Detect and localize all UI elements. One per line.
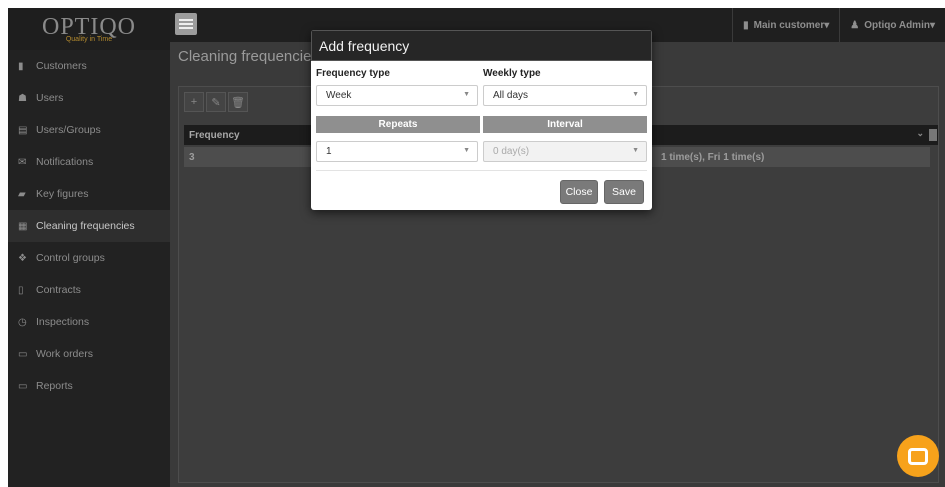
sidebar-item-label: Notifications <box>36 156 94 168</box>
column-header-frequency[interactable]: Frequency <box>189 130 240 141</box>
logo-tagline: Quality in Time <box>65 35 113 43</box>
book-icon: ▰ <box>18 188 26 200</box>
frequency-type-label: Frequency type <box>316 68 390 79</box>
trash-icon[interactable]: 🗑 <box>228 92 248 112</box>
logo-name: OPTIQO <box>42 13 136 40</box>
repeats-select[interactable]: 1 ▼ <box>316 141 478 162</box>
sidebar-item-label: Customers <box>36 60 87 72</box>
dropdown-arrow-icon: ▼ <box>463 147 470 154</box>
caret-down-icon: ▾ <box>824 19 830 31</box>
calendar-icon: ▦ <box>18 220 28 232</box>
sidebar-item-users-groups[interactable]: ▤ Users/Groups <box>8 114 170 146</box>
sidebar-item-cleaning-frequencies[interactable]: ▦ Cleaning frequencies <box>8 210 170 242</box>
repeats-header: Repeats <box>316 116 480 133</box>
user-dropdown[interactable]: ♟ Optiqo Admin ▾ <box>839 8 945 42</box>
chevron-down-icon[interactable]: ⌄ <box>916 128 924 139</box>
frequency-type-value: Week <box>326 90 352 101</box>
envelope-icon: ✉ <box>18 156 27 168</box>
chat-launcher-button[interactable] <box>897 435 939 477</box>
sidebar-item-notifications[interactable]: ✉ Notifications <box>8 146 170 178</box>
hamburger-bar <box>179 19 193 21</box>
sidebar-item-work-orders[interactable]: ▭ Work orders <box>8 338 170 370</box>
interval-value: 0 day(s) <box>493 146 530 157</box>
dropdown-arrow-icon: ▼ <box>632 147 639 154</box>
weekly-type-value: All days <box>493 90 529 101</box>
sidebar-item-label: Cleaning frequencies <box>36 220 135 232</box>
interval-select: 0 day(s) ▼ <box>483 141 647 162</box>
sidebar-item-label: Inspections <box>36 316 90 328</box>
monitor-icon: ▭ <box>18 380 28 392</box>
grid-toolbar: + ✎ 🗑 <box>184 92 248 112</box>
cubes-icon: ❖ <box>18 252 27 264</box>
file-icon: ▯ <box>18 284 24 296</box>
sidebar-item-label: Users/Groups <box>36 124 101 136</box>
sidebar-item-key-figures[interactable]: ▰ Key figures <box>8 178 170 210</box>
sidebar: OPTIQO Quality in Time ▮ Customers ☗ Users… <box>8 8 170 487</box>
dropdown-arrow-icon: ▼ <box>632 91 639 98</box>
top-nav: ▮ Main customer ▾ ♟ Optiqo Admin ▾ <box>732 8 945 42</box>
sidebar-item-label: Work orders <box>36 348 93 360</box>
sidebar-item-reports[interactable]: ▭ Reports <box>8 370 170 402</box>
sidebar-item-contracts[interactable]: ▯ Contracts <box>8 274 170 306</box>
sidebar-item-control-groups[interactable]: ❖ Control groups <box>8 242 170 274</box>
list-icon: ▭ <box>18 348 28 360</box>
sidebar-item-label: Reports <box>36 380 73 392</box>
sidebar-item-customers[interactable]: ▮ Customers <box>8 50 170 82</box>
sidebar-item-users[interactable]: ☗ Users <box>8 82 170 114</box>
building-icon: ▮ <box>743 19 749 31</box>
menu-toggle-button[interactable] <box>175 13 197 35</box>
hamburger-bar <box>179 23 193 25</box>
sidebar-item-label: Control groups <box>36 252 105 264</box>
frequency-type-select[interactable]: Week ▼ <box>316 85 478 106</box>
caret-down-icon: ▾ <box>929 19 935 31</box>
id-card-icon: ▤ <box>18 124 28 136</box>
users-icon: ☗ <box>18 92 27 104</box>
dropdown-arrow-icon: ▼ <box>463 91 470 98</box>
repeats-value: 1 <box>326 146 332 157</box>
user-icon: ♟ <box>850 19 860 31</box>
sidebar-item-label: Contracts <box>36 284 81 296</box>
add-icon[interactable]: + <box>184 92 204 112</box>
modal-title: Add frequency <box>311 30 652 61</box>
hamburger-bar <box>179 27 193 29</box>
user-label: Optiqo Admin <box>864 19 930 31</box>
interval-header: Interval <box>483 116 647 133</box>
column-menu-icon[interactable] <box>929 129 937 141</box>
cell-detail: 1 time(s), Fri 1 time(s) <box>661 151 765 163</box>
page-title: Cleaning frequencies <box>178 48 319 65</box>
edit-icon[interactable]: ✎ <box>206 92 226 112</box>
modal-divider <box>316 170 647 171</box>
sidebar-item-label: Key figures <box>36 188 89 200</box>
weekly-type-select[interactable]: All days ▼ <box>483 85 647 106</box>
building-icon: ▮ <box>18 60 24 72</box>
sidebar-item-label: Users <box>36 92 64 104</box>
weekly-type-label: Weekly type <box>483 68 541 79</box>
customer-dropdown[interactable]: ▮ Main customer ▾ <box>732 8 839 42</box>
save-button[interactable]: Save <box>604 180 644 204</box>
clock-icon: ◷ <box>18 316 27 328</box>
sidebar-item-inspections[interactable]: ◷ Inspections <box>8 306 170 338</box>
close-button[interactable]: Close <box>560 180 598 204</box>
add-frequency-modal: Add frequency Frequency type Weekly type… <box>311 30 652 210</box>
customer-label: Main customer <box>753 19 825 31</box>
logo[interactable]: OPTIQO Quality in Time <box>8 8 170 50</box>
chat-icon <box>908 447 928 465</box>
cell-frequency: 3 <box>189 151 195 163</box>
